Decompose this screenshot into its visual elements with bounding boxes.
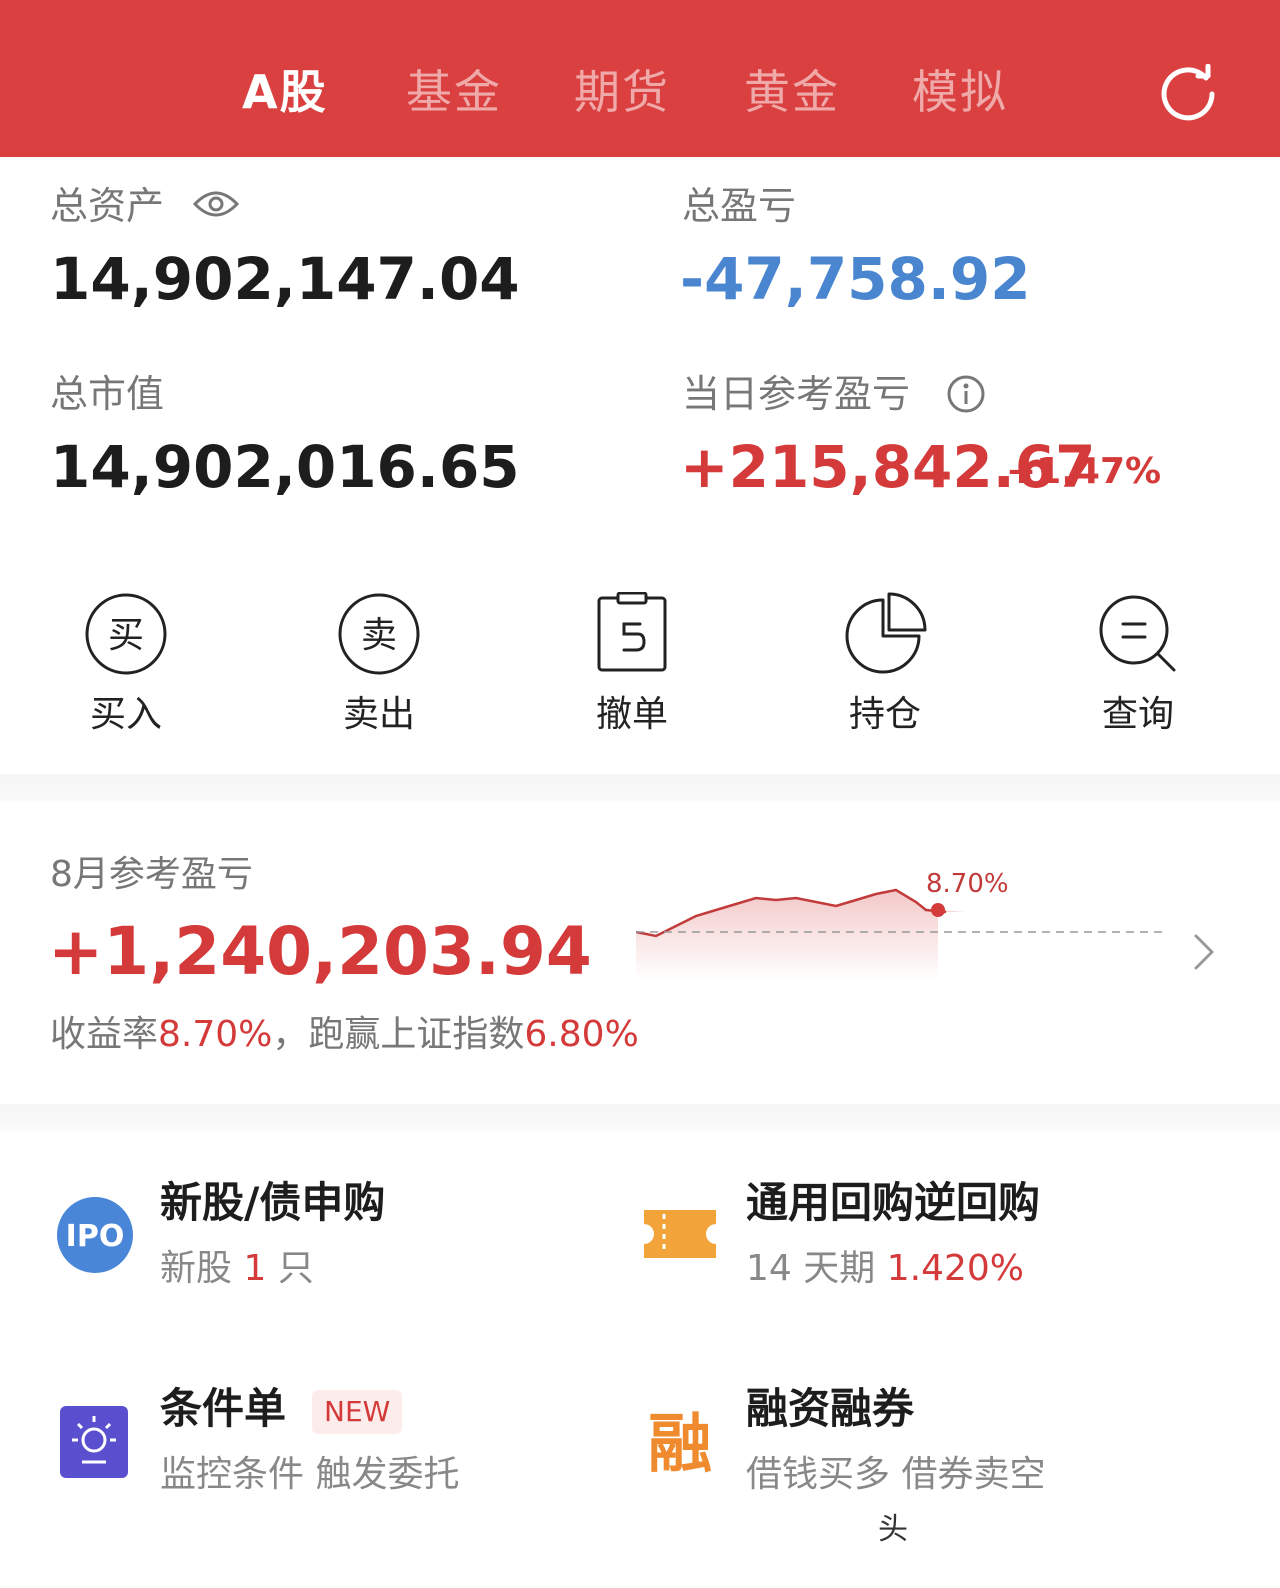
market-value-label: 总市值 xyxy=(50,372,165,416)
buy-icon: 买 xyxy=(85,593,167,675)
market-value-value: 14,902,016.65 xyxy=(50,433,520,501)
buy-button[interactable]: 买 买入 xyxy=(46,592,206,742)
sell-icon-char: 卖 xyxy=(361,615,397,656)
ticket-icon xyxy=(644,1210,716,1258)
repo-subtitle: 14 天期 1.420% xyxy=(746,1246,1024,1292)
refresh-icon[interactable] xyxy=(1160,64,1218,122)
total-assets-value: 14,902,147.04 xyxy=(50,245,520,313)
conditional-order-icon xyxy=(60,1406,128,1478)
search-icon xyxy=(1099,595,1176,672)
monthly-pl-label: 8月参考盈亏 xyxy=(50,854,253,895)
ipo-count: 1 xyxy=(243,1248,267,1289)
conditional-order-title: 条件单 xyxy=(160,1384,287,1433)
tab-gold[interactable]: 黄金 xyxy=(744,62,840,122)
eye-icon[interactable] xyxy=(192,186,240,222)
cancel-order-icon xyxy=(597,592,667,672)
tab-futures[interactable]: 期货 xyxy=(574,62,670,122)
ipo-sub-suffix: 只 xyxy=(277,1248,314,1289)
total-pl-label: 总盈亏 xyxy=(682,184,797,228)
info-icon[interactable] xyxy=(946,374,986,414)
margin-trading-subtitle: 借钱买多 借券卖空 xyxy=(746,1454,1046,1495)
return-rate-value: 8.70% xyxy=(158,1014,273,1055)
buy-icon-char: 买 xyxy=(108,615,144,656)
monthly-sparkline[interactable]: 8.70% xyxy=(636,860,1176,980)
ipo-sub-prefix: 新股 xyxy=(160,1248,233,1289)
ipo-icon-text: IPO xyxy=(66,1219,125,1254)
margin-trading-icon: 融 xyxy=(648,1408,712,1476)
return-rate-label: 收益率 xyxy=(50,1014,159,1055)
top-tab-bar: A股 基金 期货 黄金 模拟 xyxy=(0,0,1280,157)
watermark: 头 xyxy=(878,1512,908,1547)
positions-button[interactable]: 持仓 xyxy=(805,592,965,742)
total-pl-value: -47,758.92 xyxy=(680,245,1031,313)
repo-rate: 1.420% xyxy=(886,1248,1024,1289)
beat-index-label: ，跑赢上证指数 xyxy=(272,1014,525,1055)
query-label: 查询 xyxy=(1101,694,1174,735)
sell-icon: 卖 xyxy=(338,593,420,675)
ipo-title: 新股/债申购 xyxy=(160,1178,386,1227)
section-divider-2 xyxy=(0,1104,1280,1132)
buy-label: 买入 xyxy=(89,694,162,735)
conditional-order-subtitle: 监控条件 触发委托 xyxy=(160,1454,460,1495)
tab-a-shares[interactable]: A股 xyxy=(242,62,328,122)
sparkline-end-label: 8.70% xyxy=(926,869,1009,899)
sell-label: 卖出 xyxy=(342,694,415,735)
margin-icon-text: 融 xyxy=(648,1408,712,1476)
monthly-return-line: 收益率8.70%，跑赢上证指数6.80% xyxy=(50,1012,639,1058)
margin-trading-title: 融资融券 xyxy=(746,1384,915,1433)
query-button[interactable]: 查询 xyxy=(1058,592,1218,742)
ipo-icon: IPO xyxy=(57,1197,133,1273)
daily-pl-percent: +1.47% xyxy=(1006,451,1162,492)
pie-chart-icon xyxy=(845,592,927,674)
daily-pl-label: 当日参考盈亏 xyxy=(682,372,911,416)
section-divider xyxy=(0,774,1280,802)
tab-funds[interactable]: 基金 xyxy=(406,62,502,122)
beat-index-value: 6.80% xyxy=(524,1014,639,1055)
repo-title: 通用回购逆回购 xyxy=(746,1178,1041,1227)
cancel-order-label: 撤单 xyxy=(595,694,668,735)
monthly-pl-value: +1,240,203.94 xyxy=(48,913,592,990)
repo-term: 14 天期 xyxy=(746,1248,876,1289)
ipo-subtitle: 新股 1 只 xyxy=(160,1246,314,1292)
new-badge: NEW xyxy=(312,1390,403,1434)
sell-button[interactable]: 卖 卖出 xyxy=(299,592,459,742)
cancel-order-button[interactable]: 撤单 xyxy=(552,592,712,742)
sparkline-end-dot xyxy=(931,903,945,917)
chevron-right-icon[interactable] xyxy=(1188,930,1218,974)
tab-simulation[interactable]: 模拟 xyxy=(912,62,1008,122)
total-assets-label: 总资产 xyxy=(50,184,165,228)
positions-label: 持仓 xyxy=(848,694,921,735)
